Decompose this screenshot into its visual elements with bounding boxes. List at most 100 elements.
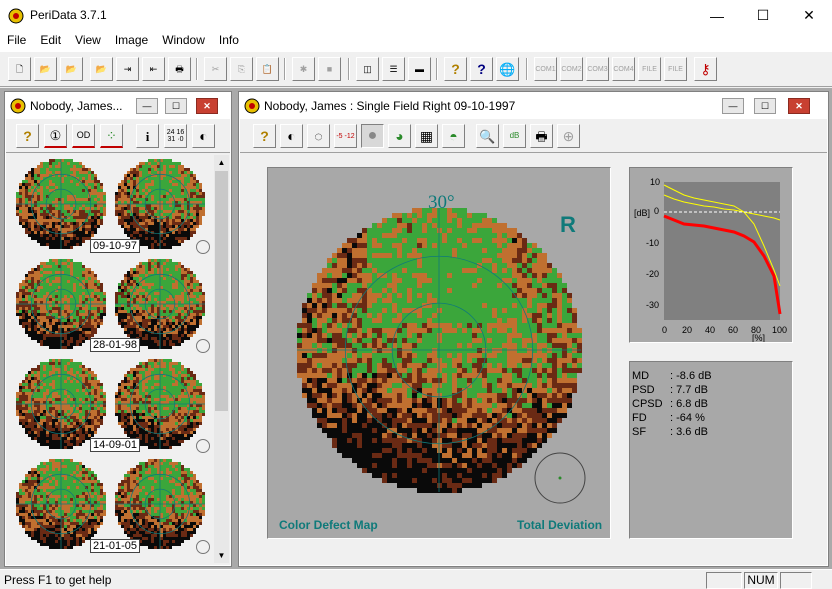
series-od-button[interactable]: OD: [72, 124, 95, 148]
new-file-button[interactable]: 🗋: [8, 57, 31, 81]
x-axis-unit: [%]: [752, 333, 765, 342]
help-button[interactable]: ?: [444, 57, 467, 81]
series-maximize-button[interactable]: ☐: [165, 98, 187, 114]
field-zoom-button[interactable]: 🔍: [476, 124, 499, 148]
menu-view[interactable]: View: [68, 31, 108, 51]
x-tick-label: 20: [682, 325, 692, 335]
maximize-button[interactable]: ☐: [740, 0, 786, 31]
series-window: Nobody, James... — ☐ ✕ ? ① OD ⁘ i 24 16 …: [4, 91, 232, 567]
status-pane-caps: [706, 572, 742, 589]
com1-button[interactable]: COM1: [534, 57, 557, 81]
status-pane-num: NUM: [744, 572, 778, 589]
export-button[interactable]: ⇤: [142, 57, 165, 81]
import-button[interactable]: ⇥: [116, 57, 139, 81]
field-circle-button[interactable]: ●: [361, 124, 384, 148]
series-numbers-button[interactable]: 24 16 31 ·0: [164, 124, 187, 148]
context-help-button[interactable]: ?: [470, 57, 493, 81]
close-button[interactable]: ✕: [786, 0, 832, 31]
series-help-button[interactable]: ?: [16, 124, 39, 148]
series-grayscale-button[interactable]: ◐: [192, 124, 215, 148]
status-bar: Press F1 to get help NUM: [0, 569, 832, 589]
exam-date-label[interactable]: 21-01-05: [90, 539, 141, 553]
menu-info[interactable]: Info: [212, 31, 246, 51]
field-minimize-button[interactable]: —: [722, 98, 744, 114]
series-close-button[interactable]: ✕: [196, 98, 218, 114]
series-scrollbar[interactable]: ▲ ▼: [214, 155, 229, 563]
tile-horizontal-button[interactable]: ☰: [382, 57, 405, 81]
field-hill-button[interactable]: ◓: [442, 124, 465, 148]
reliability-indicator-icon: [196, 540, 210, 554]
mdi-workspace: Nobody, James... — ☐ ✕ ? ① OD ⁘ i 24 16 …: [0, 88, 832, 569]
angle-label: 30°: [428, 192, 455, 213]
field-crosshair-button[interactable]: ⊕: [557, 124, 580, 148]
field-close-button[interactable]: ✕: [788, 98, 810, 114]
cut-button[interactable]: ✂: [204, 57, 227, 81]
menu-bar: File Edit View Image Window Info: [0, 31, 832, 51]
open-disabled-button[interactable]: 📂: [90, 57, 113, 81]
scroll-thumb[interactable]: [215, 171, 228, 411]
scroll-down-arrow-icon[interactable]: ▼: [214, 548, 229, 563]
field-color-button[interactable]: ◕: [388, 124, 411, 148]
file2-button[interactable]: FILE: [664, 57, 687, 81]
y-axis-unit: [dB]: [634, 208, 650, 218]
left-caption: Color Defect Map: [279, 518, 378, 532]
menu-window[interactable]: Window: [155, 31, 212, 51]
bug-button[interactable]: ✱: [292, 57, 315, 81]
field-maximize-button[interactable]: ☐: [754, 98, 776, 114]
bebie-curve-panel: 10 0 -10 -20 -30 [dB] 0 20 40 60 80 100 …: [629, 167, 793, 343]
com4-button[interactable]: COM4: [612, 57, 635, 81]
copy-button[interactable]: ⎘: [230, 57, 253, 81]
exam-date-label[interactable]: 28-01-98: [90, 338, 141, 352]
color-defect-map-panel: 30° R Color Defect Map Total Deviation: [267, 167, 611, 539]
app-titlebar: PeriData 3.7.1 — ☐ ✕: [0, 0, 832, 31]
monitor-button[interactable]: ▬: [408, 57, 431, 81]
exam-date-label[interactable]: 09-10-97: [90, 239, 141, 253]
exam-date-label[interactable]: 14-09-01: [90, 438, 141, 452]
open-patient-button[interactable]: 📂: [60, 57, 83, 81]
series-scatter-button[interactable]: ⁘: [100, 124, 123, 148]
stat-label: FD: [632, 412, 647, 424]
stat-value: : 3.6 dB: [670, 426, 708, 438]
file1-button[interactable]: FILE: [638, 57, 661, 81]
color-defect-map[interactable]: [268, 168, 610, 538]
field-db-chart-button[interactable]: dB: [503, 124, 526, 148]
field-grid-button[interactable]: ▦: [415, 124, 438, 148]
com2-button[interactable]: COM2: [560, 57, 583, 81]
series-window-titlebar: Nobody, James... — ☐ ✕: [6, 93, 230, 119]
menu-edit[interactable]: Edit: [33, 31, 68, 51]
paste-button[interactable]: 📋: [256, 57, 279, 81]
y-tick-label: -10: [646, 238, 659, 248]
bebie-curve-chart: 10 0 -10 -20 -30 [dB] 0 20 40 60 80 100 …: [634, 177, 787, 342]
peridata-logo-icon: [8, 8, 24, 24]
tile-vertical-button[interactable]: ◫: [356, 57, 379, 81]
com3-button[interactable]: COM3: [586, 57, 609, 81]
field-print-button[interactable]: 🖶: [530, 124, 553, 148]
y-tick-label: 0: [654, 206, 659, 216]
single-field-window: Nobody, James : Single Field Right 09-10…: [238, 91, 829, 567]
visual-field-thumbnail: [16, 359, 106, 449]
stat-value: : -8.6 dB: [670, 370, 712, 382]
menu-file[interactable]: File: [0, 31, 33, 51]
print-button[interactable]: 🖶: [168, 57, 191, 81]
visual-field-thumbnail: [115, 459, 205, 549]
stat-value: : 7.7 dB: [670, 384, 708, 396]
field-help-button[interactable]: ?: [253, 124, 276, 148]
key-button[interactable]: ⚷: [694, 57, 717, 81]
menu-image[interactable]: Image: [108, 31, 155, 51]
field-dots-button[interactable]: ◌: [307, 124, 330, 148]
web-button[interactable]: 🌐: [496, 57, 519, 81]
visual-field-thumbnail: [16, 259, 106, 349]
peridata-logo-icon: [244, 98, 260, 114]
gray-box-button[interactable]: ■: [318, 57, 341, 81]
x-tick-label: 40: [705, 325, 715, 335]
series-minimize-button[interactable]: —: [136, 98, 158, 114]
scroll-up-arrow-icon[interactable]: ▲: [214, 155, 229, 170]
series-single-button[interactable]: ①: [44, 124, 67, 148]
right-caption: Total Deviation: [517, 518, 603, 532]
series-info-button[interactable]: i: [136, 124, 159, 148]
open-file-button[interactable]: 📂: [34, 57, 57, 81]
field-grayscale-button[interactable]: ◐: [280, 124, 303, 148]
minimize-button[interactable]: —: [694, 0, 740, 31]
field-numbers-button[interactable]: -5 -12: [334, 124, 357, 148]
visual-field-thumbnail: [115, 159, 205, 249]
